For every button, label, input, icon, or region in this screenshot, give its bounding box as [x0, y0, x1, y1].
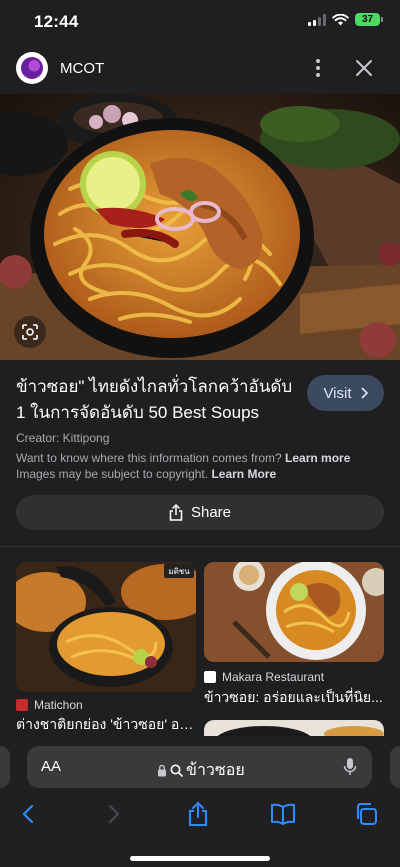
chevron-right-icon — [360, 387, 368, 399]
related-source-2: Makara Restaurant — [204, 670, 324, 684]
related-title-2[interactable]: ข้าวซอย: อร่อยและเป็นที่นิย... — [204, 687, 384, 709]
visit-button[interactable]: Visit — [307, 375, 384, 411]
khao-soi-photo — [0, 94, 400, 360]
related-source-name-2: Makara Restaurant — [222, 670, 325, 684]
next-tab-edge[interactable] — [390, 746, 400, 788]
home-indicator[interactable] — [130, 856, 270, 861]
search-query-text: ข้าวซอย — [186, 762, 245, 779]
related-image-1[interactable]: มติชน — [16, 562, 196, 692]
related-source-1: Matichon — [16, 698, 83, 712]
learn-more-copyright-link[interactable]: Learn More — [211, 467, 276, 481]
result-title[interactable]: ข้าวซอย" ไทยดังไกลทั่วโลกคว้าอันดับ 1 ใน… — [16, 374, 296, 426]
wifi-icon — [332, 13, 349, 25]
info-source-text: Want to know where this information come… — [16, 451, 282, 465]
related-photo-2 — [204, 562, 384, 662]
visit-label: Visit — [323, 384, 352, 402]
share-label: Share — [190, 504, 232, 521]
battery-icon: 37 — [355, 13, 383, 26]
related-photo-1: มติชน — [16, 562, 196, 692]
cellular-signal-icon — [308, 13, 326, 26]
search-query[interactable]: ข้าวซอย — [157, 758, 245, 783]
close-icon[interactable] — [352, 56, 376, 80]
source-logo[interactable] — [16, 52, 48, 84]
tabs-icon — [357, 803, 377, 825]
related-source-name-1: Matichon — [34, 698, 83, 712]
viewer-header: MCOT — [0, 44, 400, 94]
info-copyright-text: Images may be subject to copyright. — [16, 467, 209, 481]
more-options-icon[interactable] — [308, 56, 328, 80]
browser-toolbar: AA ข้าวซอย — [0, 736, 400, 867]
share-page-button[interactable] — [184, 800, 212, 828]
lens-icon — [22, 324, 38, 340]
battery-level: 37 — [361, 14, 374, 25]
matichon-favicon-icon — [16, 699, 28, 711]
microphone-icon[interactable] — [343, 757, 357, 777]
share-button[interactable]: Share — [16, 495, 384, 530]
section-divider — [0, 546, 400, 547]
bookmarks-button[interactable] — [269, 800, 297, 828]
search-icon — [170, 764, 183, 777]
tabs-button[interactable] — [352, 800, 380, 828]
source-name[interactable]: MCOT — [60, 60, 104, 77]
aa-label: AA — [41, 758, 62, 775]
forward-chevron-icon — [108, 804, 120, 824]
related-image-2[interactable] — [204, 562, 384, 662]
status-bar: 12:44 37 — [0, 0, 400, 44]
reader-options-button[interactable]: AA — [41, 758, 61, 775]
forward-button[interactable] — [100, 800, 128, 828]
status-time: 12:44 — [34, 12, 79, 31]
makara-favicon-icon — [204, 671, 216, 683]
previous-tab-edge[interactable] — [0, 746, 10, 788]
visual-search-button[interactable] — [14, 316, 46, 348]
address-bar[interactable]: AA ข้าวซอย — [27, 746, 372, 788]
result-image[interactable] — [0, 94, 400, 360]
status-icons: 37 — [308, 13, 383, 26]
share-icon — [169, 504, 183, 521]
back-chevron-icon — [22, 804, 34, 824]
related-title-1[interactable]: ต่างชาติยกย่อง 'ข้าวซอย' อร่... — [16, 714, 196, 736]
creator-credit: Creator: Kittipong — [16, 431, 110, 445]
book-icon — [271, 803, 295, 825]
share-page-icon — [189, 801, 207, 826]
lock-icon — [158, 764, 166, 777]
image-info: Want to know where this information come… — [16, 450, 386, 482]
related-badge: มติชน — [168, 567, 190, 576]
back-button[interactable] — [14, 800, 42, 828]
learn-more-link[interactable]: Learn more — [285, 451, 350, 465]
